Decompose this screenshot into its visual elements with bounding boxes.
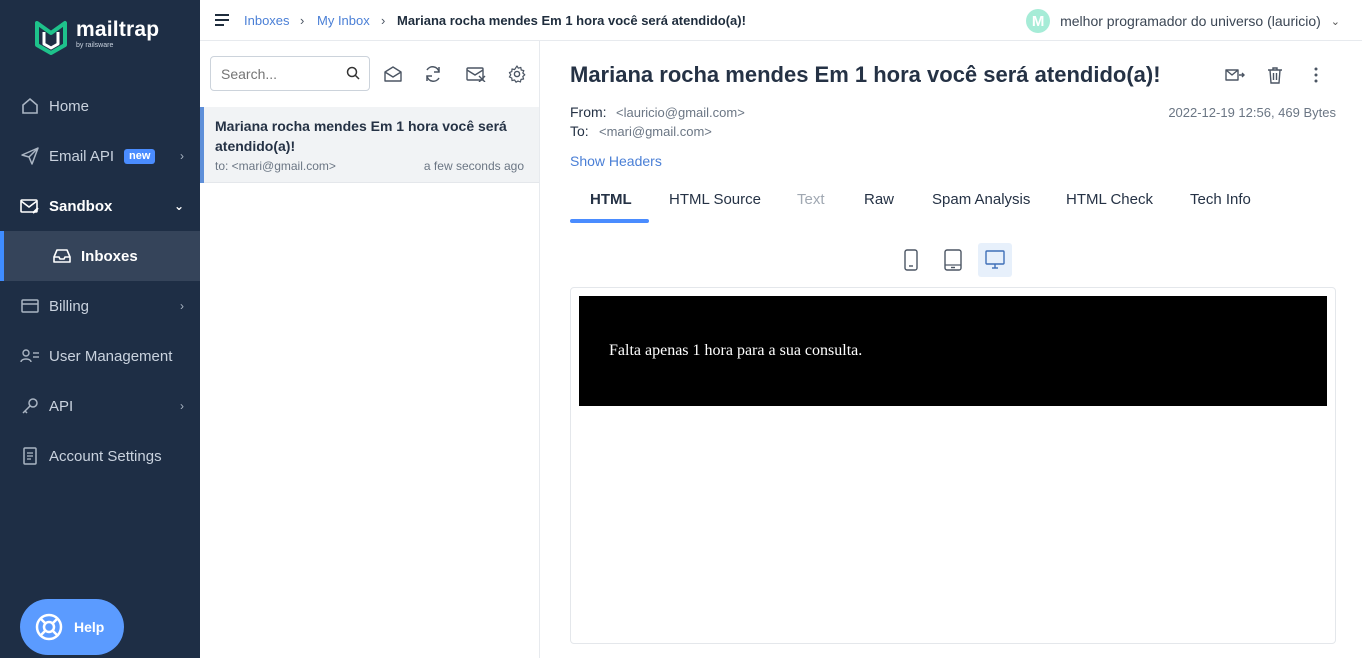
from-label: From: — [570, 104, 607, 120]
sidebar-item-label: Billing — [49, 297, 90, 315]
brand-name: mailtrap — [76, 18, 160, 41]
menu-icon[interactable] — [214, 13, 230, 32]
message-meta: 2022-12-19 12:56, 469 Bytes — [1168, 105, 1336, 120]
message-detail-panel: Mariana rocha mendes Em 1 hora você será… — [540, 41, 1362, 658]
tab-raw[interactable]: Raw — [864, 191, 894, 208]
sidebar: mailtrap by railsware Home Email API new… — [0, 0, 200, 658]
brand-tagline: by railsware — [76, 42, 114, 49]
more-vertical-icon[interactable] — [1306, 65, 1326, 85]
trash-icon[interactable] — [1265, 65, 1285, 85]
chevron-right-icon: › — [300, 13, 305, 28]
mailtrap-logo[interactable]: mailtrap by railsware — [34, 19, 159, 55]
sidebar-item-sandbox[interactable]: Sandbox ⌄ — [0, 181, 200, 231]
gear-icon[interactable] — [506, 63, 528, 85]
message-subject: Mariana rocha mendes Em 1 hora você será… — [215, 118, 507, 154]
avatar: M — [1026, 9, 1051, 33]
refresh-icon[interactable] — [422, 63, 444, 85]
chevron-right-icon: › — [381, 13, 386, 28]
sidebar-item-inboxes[interactable]: Inboxes — [0, 231, 200, 281]
mailtrap-logo-icon — [35, 21, 67, 55]
document-icon — [20, 446, 40, 466]
help-button[interactable]: Help — [20, 599, 124, 655]
lifebuoy-icon — [35, 613, 63, 641]
sidebar-item-label: Inboxes — [81, 247, 138, 265]
topbar: Inboxes › My Inbox › Mariana rocha mende… — [200, 0, 1362, 41]
tab-html-source[interactable]: HTML Source — [669, 191, 761, 208]
sidebar-item-label: User Management — [49, 347, 173, 365]
tab-html[interactable]: HTML — [590, 191, 632, 208]
desktop-view-button[interactable] — [978, 243, 1012, 277]
home-icon — [20, 96, 40, 116]
sidebar-item-label: Email API — [49, 147, 115, 165]
help-label: Help — [74, 619, 105, 635]
sidebar-item-label: Account Settings — [49, 447, 162, 465]
chevron-down-icon: ⌄ — [1330, 15, 1340, 28]
sidebar-item-email-api[interactable]: Email API new › — [0, 131, 200, 181]
user-name: melhor programador do universo (lauricio… — [1060, 13, 1321, 29]
sidebar-item-billing[interactable]: Billing › — [0, 281, 200, 331]
tablet-view-button[interactable] — [936, 243, 970, 277]
email-body-text: Falta apenas 1 hora para a sua consulta. — [609, 342, 863, 359]
sidebar-item-api[interactable]: API › — [0, 381, 200, 431]
monitor-icon — [985, 250, 1005, 269]
chevron-down-icon: ⌄ — [173, 199, 184, 213]
email-preview-frame: Falta apenas 1 hora para a sua consulta. — [570, 287, 1336, 644]
key-icon — [20, 396, 40, 416]
tablet-icon — [944, 249, 962, 271]
tab-text[interactable]: Text — [797, 191, 825, 208]
email-body-banner: Falta apenas 1 hora para a sua consulta. — [579, 296, 1327, 406]
user-menu[interactable]: M melhor programador do universo (lauric… — [1026, 9, 1340, 33]
sidebar-item-user-management[interactable]: User Management — [0, 331, 200, 381]
send-icon — [20, 146, 40, 166]
tab-spam-analysis[interactable]: Spam Analysis — [932, 191, 1030, 208]
to-label: To: — [570, 123, 589, 139]
mark-read-icon[interactable] — [382, 63, 404, 85]
to-address: <mari@gmail.com> — [599, 124, 712, 139]
breadcrumb-inboxes[interactable]: Inboxes — [244, 13, 290, 28]
tab-indicator — [570, 219, 649, 223]
tab-tech-info[interactable]: Tech Info — [1190, 191, 1251, 208]
card-icon — [20, 296, 40, 316]
new-badge: new — [124, 148, 156, 164]
sidebar-item-label: API — [49, 397, 74, 415]
app-window: mailtrap by railsware Home Email API new… — [0, 0, 1362, 658]
sidebar-item-label: Home — [49, 97, 90, 115]
sandbox-icon — [20, 196, 40, 216]
search-icon[interactable] — [346, 66, 360, 85]
message-title: Mariana rocha mendes Em 1 hora você será… — [570, 62, 1161, 87]
from-address: <lauricio@gmail.com> — [616, 105, 745, 120]
message-time: a few seconds ago — [423, 159, 524, 173]
chevron-right-icon: › — [180, 149, 184, 163]
sidebar-item-home[interactable]: Home — [0, 81, 200, 131]
show-headers-link[interactable]: Show Headers — [570, 153, 662, 169]
phone-icon — [904, 249, 918, 271]
clean-inbox-icon[interactable] — [465, 63, 487, 85]
breadcrumb-my-inbox[interactable]: My Inbox — [317, 13, 370, 28]
message-list-panel: Mariana rocha mendes Em 1 hora você será… — [200, 41, 540, 658]
inbox-icon — [52, 246, 72, 266]
forward-icon[interactable] — [1225, 65, 1245, 85]
sidebar-item-label: Sandbox — [49, 197, 113, 215]
users-icon — [20, 346, 40, 366]
breadcrumb-current: Mariana rocha mendes Em 1 hora você será… — [397, 13, 746, 28]
tab-html-check[interactable]: HTML Check — [1066, 191, 1153, 208]
mobile-view-button[interactable] — [894, 243, 928, 277]
message-recipient: to: <mari@gmail.com> — [215, 159, 336, 173]
chevron-right-icon: › — [180, 399, 184, 413]
sidebar-item-account-settings[interactable]: Account Settings — [0, 431, 200, 481]
list-item[interactable]: Mariana rocha mendes Em 1 hora você será… — [200, 107, 539, 183]
chevron-right-icon: › — [180, 299, 184, 313]
